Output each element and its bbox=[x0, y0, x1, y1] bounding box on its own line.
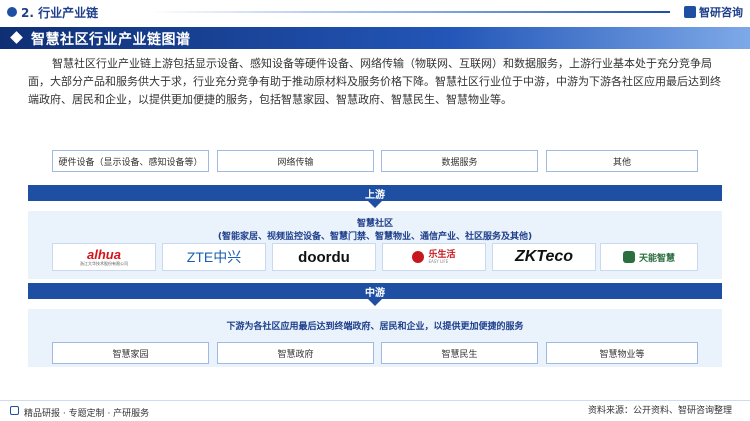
upstream-item-hardware: 硬件设备（显示设备、感知设备等） bbox=[52, 150, 209, 172]
logo-zte-name: ZTE中兴 bbox=[186, 249, 242, 265]
downstream-item-government: 智慧政府 bbox=[217, 342, 374, 364]
logo-zkteco-name: ZKTeco bbox=[514, 248, 574, 265]
upstream-band: 上游 bbox=[28, 185, 722, 201]
logo-doordu-name: doordu bbox=[298, 248, 350, 266]
upstream-item-data: 数据服务 bbox=[381, 150, 538, 172]
report-icon bbox=[10, 406, 19, 415]
brand-mark-icon bbox=[684, 6, 696, 18]
diamond-icon bbox=[10, 31, 23, 44]
downstream-item-home: 智慧家园 bbox=[52, 342, 209, 364]
logo-zte: ZTE中兴 bbox=[162, 243, 266, 271]
brand-name: 智研咨询 bbox=[699, 6, 743, 19]
footer: 精品研报 · 专题定制 · 产研服务 资料来源：公开资料、智研咨询整理 bbox=[0, 400, 750, 421]
midstream-band: 中游 bbox=[28, 283, 722, 299]
logo-dahua-sub: 浙江大华技术股份有限公司 bbox=[80, 261, 128, 266]
footer-rule bbox=[0, 400, 750, 401]
footer-services: 精品研报 · 专题定制 · 产研服务 bbox=[24, 409, 150, 419]
top-bar: 2. 行业产业链 智研咨询 bbox=[0, 0, 750, 24]
brand-logo: 智研咨询 bbox=[684, 4, 743, 20]
logo-easylife: 乐生活 EASY LIFE bbox=[382, 243, 486, 271]
tianneng-mark-icon bbox=[622, 251, 635, 263]
logo-dahua: alhua 浙江大华技术股份有限公司 bbox=[52, 243, 156, 271]
downstream-title: 下游为各社区应用最后达到终端政府、居民和企业，以提供更加便捷的服务 bbox=[226, 322, 524, 332]
easylife-mark-icon bbox=[412, 251, 425, 263]
footer-source: 资料来源：公开资料、智研咨询整理 bbox=[587, 406, 732, 416]
logo-zkteco: ZKTeco bbox=[492, 243, 596, 271]
midstream-title: 智慧社区 bbox=[356, 219, 393, 229]
arrow-down-icon-2 bbox=[368, 299, 382, 306]
upstream-item-other: 其他 bbox=[546, 150, 698, 172]
downstream-item-livelihood: 智慧民生 bbox=[381, 342, 538, 364]
logo-dahua-name: alhua bbox=[87, 247, 121, 262]
arrow-down-icon bbox=[368, 201, 382, 208]
downstream-item-property: 智慧物业等 bbox=[546, 342, 698, 364]
section-title: 2. 行业产业链 bbox=[21, 6, 99, 20]
logo-tianneng-name: 天能智慧 bbox=[638, 253, 675, 264]
midstream-subtitle: (智能家居、视频监控设备、智慧门禁、智慧物业、通信产业、社区服务及其他) bbox=[217, 232, 533, 242]
header-rule bbox=[150, 11, 670, 13]
logo-easylife-sub: EASY LIFE bbox=[428, 258, 449, 264]
upstream-item-network: 网络传输 bbox=[217, 150, 374, 172]
page-title: 智慧社区行业产业链图谱 bbox=[31, 32, 191, 48]
intro-paragraph: 智慧社区行业产业链上游包括显示设备、感知设备等硬件设备、网络传输（物联网、互联网… bbox=[28, 57, 721, 106]
logo-doordu: doordu bbox=[272, 243, 376, 271]
logo-tianneng: 天能智慧 bbox=[600, 243, 698, 271]
title-banner: 智慧社区行业产业链图谱 bbox=[0, 27, 750, 49]
section-dot-icon bbox=[7, 7, 17, 17]
